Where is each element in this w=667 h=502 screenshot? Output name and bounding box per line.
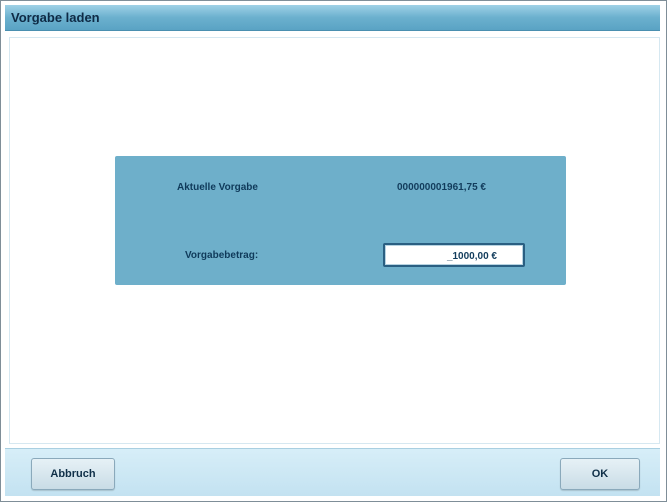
title-bar: Vorgabe laden bbox=[5, 5, 660, 31]
footer-bar: Abbruch OK bbox=[5, 448, 660, 496]
current-preset-value: 000000001961,75 € bbox=[397, 182, 486, 193]
window-title: Vorgabe laden bbox=[11, 10, 100, 25]
cancel-button[interactable]: Abbruch bbox=[31, 458, 115, 490]
preset-amount-value: _1000,00 € bbox=[446, 251, 497, 262]
preset-panel: Aktuelle Vorgabe 000000001961,75 € Vorga… bbox=[115, 156, 566, 285]
ok-button[interactable]: OK bbox=[560, 458, 640, 490]
preset-amount-label: Vorgabebetrag: bbox=[185, 250, 259, 261]
dialog-window: Vorgabe laden Aktuelle Vorgabe 000000001… bbox=[0, 0, 667, 502]
preset-amount-field[interactable]: _1000,00 € bbox=[383, 243, 525, 267]
current-preset-label: Aktuelle Vorgabe bbox=[177, 182, 258, 193]
